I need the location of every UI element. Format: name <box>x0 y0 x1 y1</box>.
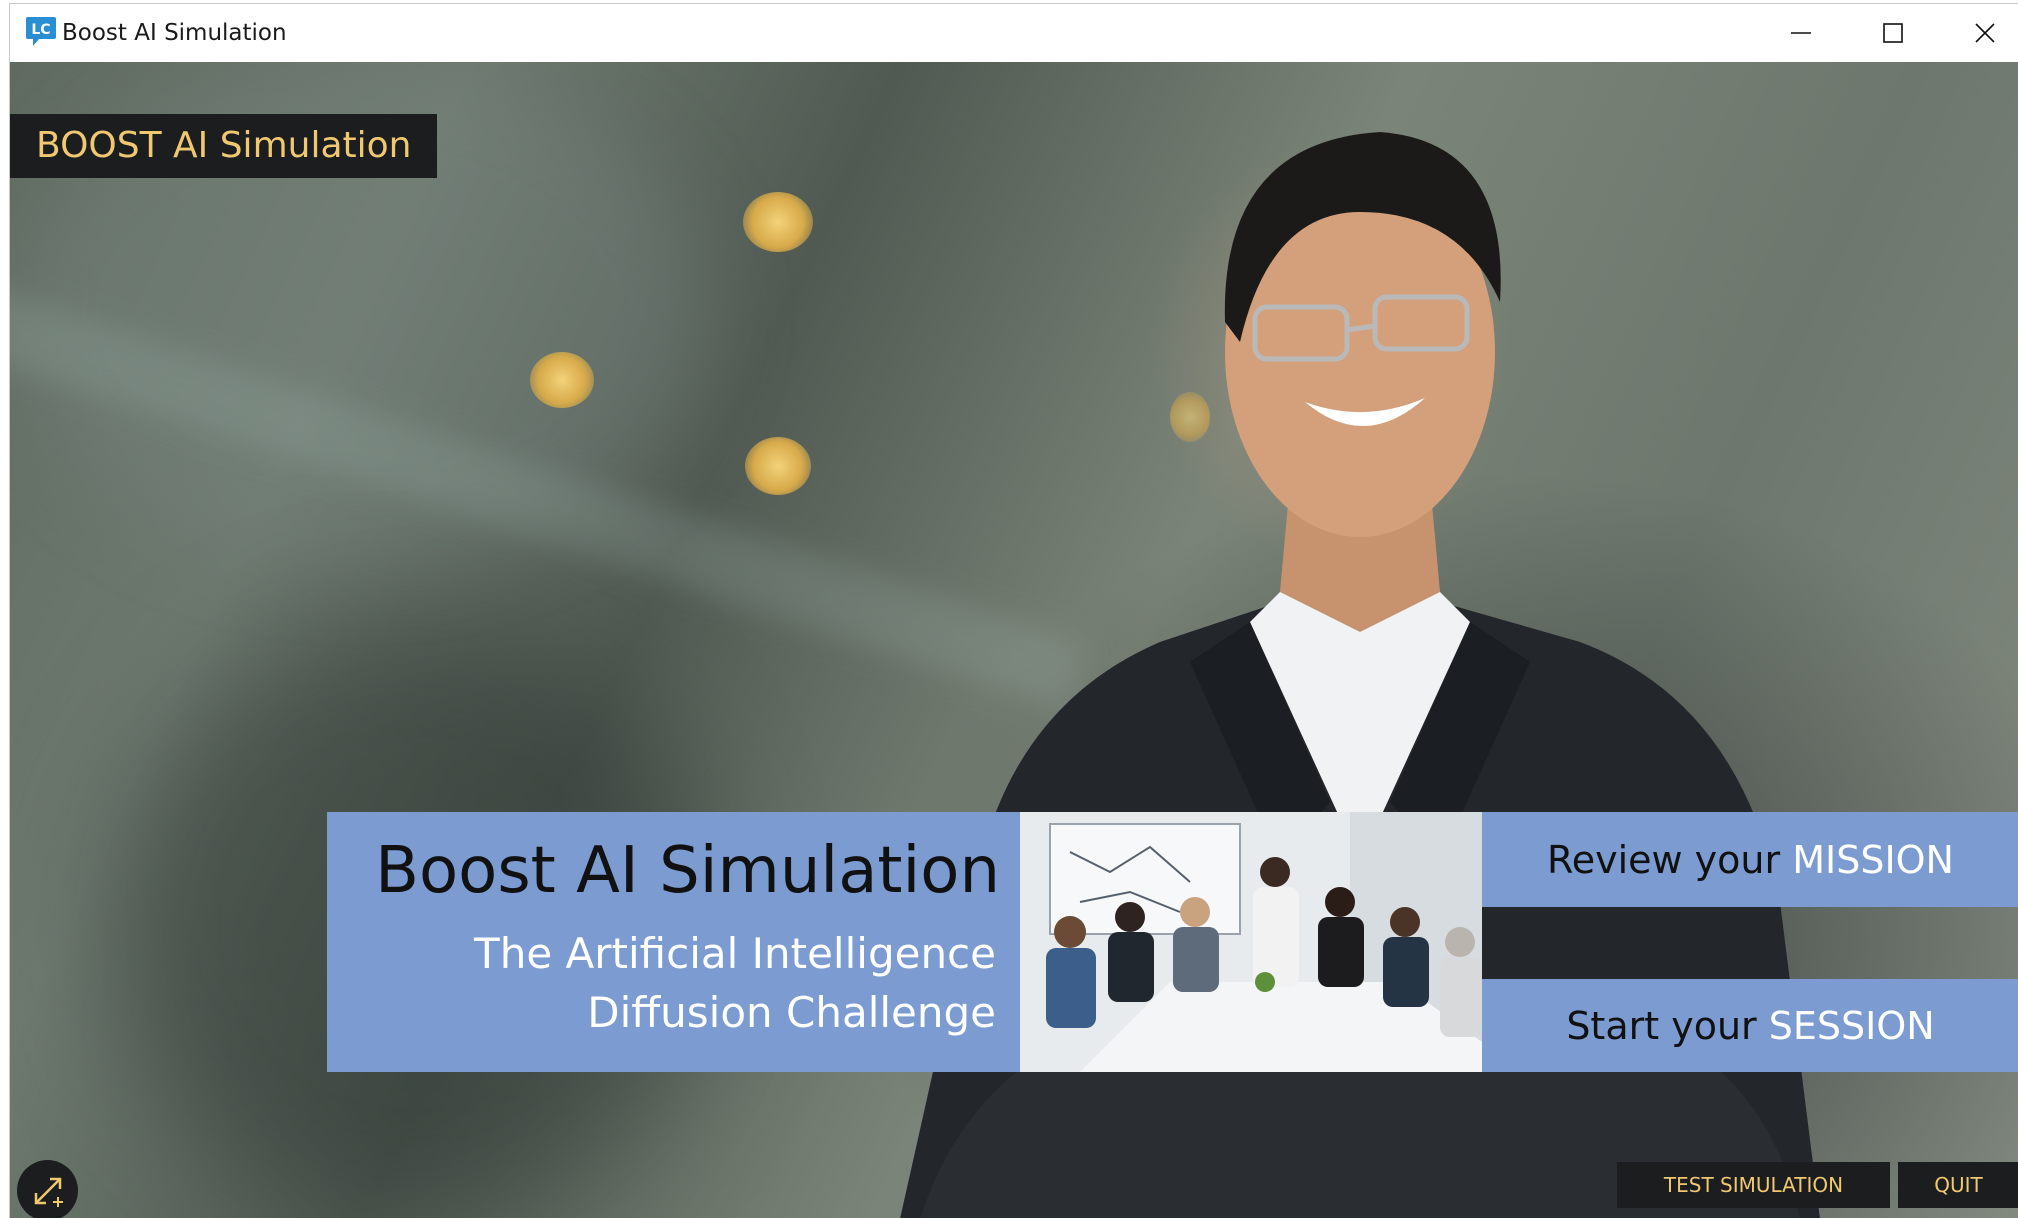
minimize-button[interactable] <box>1756 4 1846 62</box>
quit-button[interactable]: QUIT <box>1898 1162 2018 1208</box>
start-session-button[interactable]: Start your SESSION <box>1482 979 2018 1072</box>
minimize-icon <box>1791 32 1811 34</box>
banner-subtitle: The Artificial Intelligence Diffusion Ch… <box>474 924 996 1042</box>
header-badge: BOOST AI Simulation <box>10 114 438 178</box>
window-title: Boost AI Simulation <box>62 20 287 46</box>
close-button[interactable] <box>1940 4 2018 62</box>
title-bar[interactable]: LC Boost AI Simulation <box>10 4 2018 62</box>
expand-icon <box>34 1177 63 1207</box>
maximize-icon <box>1883 23 1903 43</box>
banner-title: Boost AI Simulation <box>375 834 1000 908</box>
svg-text:LC: LC <box>31 22 50 38</box>
banner-subtitle-line2: Diffusion Challenge <box>587 988 996 1037</box>
fullscreen-toggle-button[interactable] <box>17 1160 78 1218</box>
ceiling-light <box>743 192 813 252</box>
banner-panel: Boost AI Simulation The Artificial Intel… <box>327 812 1020 1072</box>
ceiling-light <box>745 437 811 495</box>
review-mission-prefix: Review your <box>1547 837 1793 882</box>
ceiling-light <box>530 352 594 408</box>
review-mission-button[interactable]: Review your MISSION <box>1482 812 2018 907</box>
review-mission-highlight: MISSION <box>1792 837 1954 882</box>
app-window: LC Boost AI Simulation BOOST AI Simulati… <box>9 3 2018 1218</box>
main-stage: BOOST AI Simulation Boost AI Simulation … <box>10 62 2018 1218</box>
banner-subtitle-line1: The Artificial Intelligence <box>474 929 996 978</box>
test-simulation-button[interactable]: TEST SIMULATION <box>1617 1162 1890 1208</box>
team-meeting-photo <box>1020 812 1482 1072</box>
start-session-highlight: SESSION <box>1768 1003 1935 1048</box>
app-chat-bubble-icon: LC <box>25 15 57 49</box>
start-session-prefix: Start your <box>1566 1003 1769 1048</box>
close-icon <box>1975 23 1995 43</box>
maximize-button[interactable] <box>1848 4 1938 62</box>
